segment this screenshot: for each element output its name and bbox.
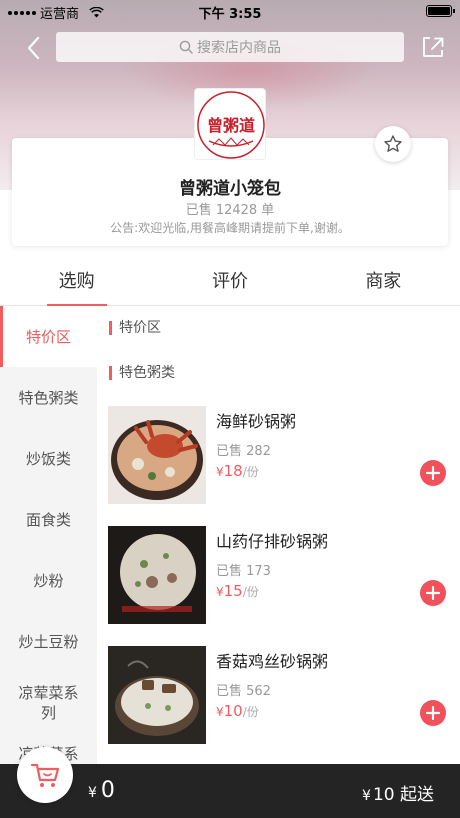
item-name: 香菇鸡丝砂锅粥: [216, 652, 329, 671]
shop-notice: 公告:欢迎光临,用餐高峰期请提前下单,谢谢。: [110, 221, 350, 235]
cart-icon: [30, 763, 60, 787]
item-photo: [108, 526, 206, 624]
tab-bar: 选购 评价 商家: [0, 260, 460, 306]
tab-reviews[interactable]: 评价: [153, 260, 306, 305]
price-value: 18: [223, 462, 243, 480]
price-value: 15: [223, 582, 243, 600]
item-price: ¥10/份: [216, 702, 259, 720]
add-to-cart-button[interactable]: [420, 700, 446, 726]
shop-logo: 曾粥道: [194, 88, 266, 160]
favorite-button[interactable]: [375, 126, 411, 162]
category-sidebar: 特价区 特色粥类 炒饭类 面食类 炒粉 炒土豆粉 凉荤菜系列 凉荤菜系列: [0, 306, 97, 764]
menu-item[interactable]: 山药仔排砂锅粥 已售 173 ¥15/份: [108, 526, 458, 624]
category-item[interactable]: 炒饭类: [0, 428, 97, 489]
item-photo: [108, 646, 206, 744]
cart-button[interactable]: [17, 747, 73, 803]
item-sold-count: 已售 562: [216, 684, 271, 699]
menu-list: 特价区 特色粥类 海鲜砂锅粥 已售 282 ¥18/份 山药仔排砂锅粥 已售 1…: [97, 306, 460, 764]
category-item[interactable]: 特色粥类: [0, 367, 97, 428]
price-unit: /份: [242, 465, 259, 479]
item-price: ¥15/份: [216, 582, 259, 600]
add-icon: [426, 706, 440, 720]
add-icon: [426, 466, 440, 480]
price-unit: /份: [242, 585, 259, 599]
share-icon[interactable]: [420, 34, 446, 60]
status-bar: 运营商 下午 3:55: [0, 0, 460, 24]
search-icon: [179, 40, 193, 54]
logo-text: 曾粥道: [207, 116, 255, 135]
section-header: 特价区: [109, 318, 161, 338]
back-icon[interactable]: [22, 34, 46, 62]
item-sold-count: 已售 282: [216, 444, 271, 459]
battery-icon: [426, 5, 455, 17]
currency-symbol: ¥: [88, 785, 97, 801]
currency-symbol: ¥: [362, 788, 371, 804]
min-order-value: 10 起送: [372, 785, 434, 805]
item-name: 海鲜砂锅粥: [216, 412, 297, 431]
category-item[interactable]: 炒土豆粉: [0, 611, 97, 672]
item-photo: [108, 406, 206, 504]
price-unit: /份: [242, 705, 259, 719]
star-icon: [384, 135, 402, 152]
cart-total: ¥0: [88, 778, 115, 803]
menu-item[interactable]: 海鲜砂锅粥 已售 282 ¥18/份: [108, 406, 458, 504]
currency-symbol: ¥: [216, 585, 224, 599]
shop-sold-count: 已售 12428 单: [185, 203, 275, 218]
add-to-cart-button[interactable]: [420, 580, 446, 606]
cart-total-value: 0: [100, 778, 115, 803]
category-item[interactable]: 凉荤菜系列: [0, 672, 97, 733]
clock: 下午 3:55: [198, 7, 262, 22]
tab-merchant[interactable]: 商家: [307, 260, 460, 305]
category-item[interactable]: 炒粉: [0, 550, 97, 611]
category-item[interactable]: 面食类: [0, 489, 97, 550]
currency-symbol: ¥: [216, 705, 224, 719]
item-name: 山药仔排砂锅粥: [216, 532, 329, 551]
tab-order[interactable]: 选购: [0, 260, 153, 306]
search-input[interactable]: 搜索店内商品: [56, 32, 404, 62]
min-order-label: ¥10 起送: [362, 780, 434, 805]
currency-symbol: ¥: [216, 465, 224, 479]
add-to-cart-button[interactable]: [420, 460, 446, 486]
menu-item[interactable]: 香菇鸡丝砂锅粥 已售 562 ¥10/份: [108, 646, 458, 744]
add-icon: [426, 586, 440, 600]
item-sold-count: 已售 173: [216, 564, 271, 579]
search-placeholder: 搜索店内商品: [197, 40, 281, 56]
shop-name: 曾粥道小笼包: [179, 179, 281, 199]
price-value: 10: [223, 702, 243, 720]
section-header: 特色粥类: [109, 363, 175, 383]
category-item[interactable]: 特价区: [0, 306, 97, 367]
item-price: ¥18/份: [216, 462, 259, 480]
